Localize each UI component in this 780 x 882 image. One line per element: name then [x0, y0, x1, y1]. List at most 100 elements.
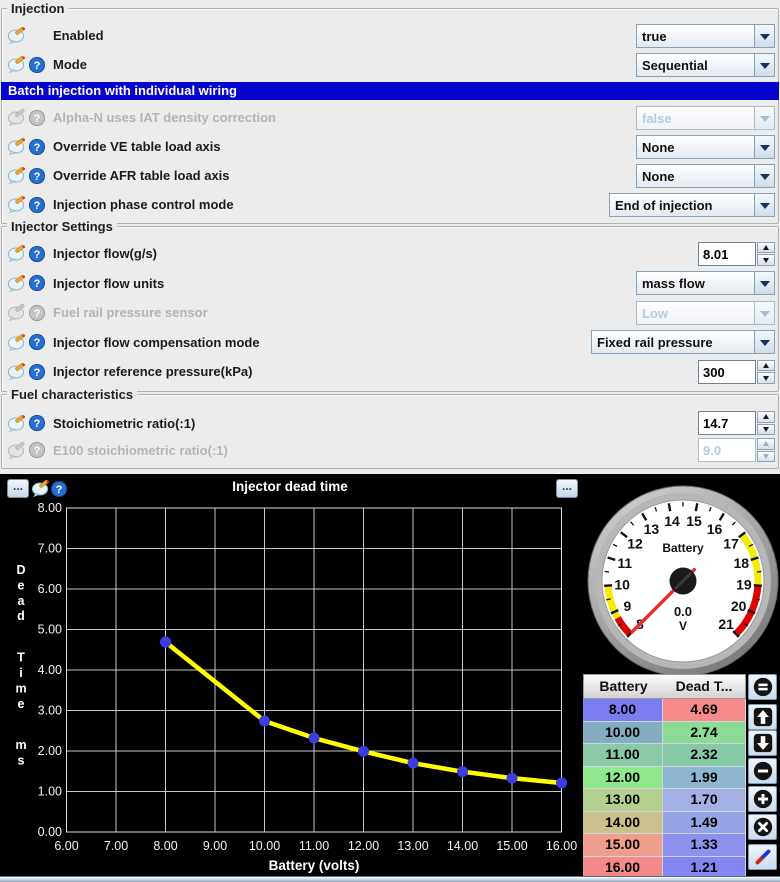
- gauge-scale-number: 10: [614, 577, 630, 593]
- data-point-marker[interactable]: [309, 733, 320, 744]
- help-icon[interactable]: ?: [29, 364, 45, 380]
- spinner-value[interactable]: 8.01: [698, 242, 756, 266]
- help-icon[interactable]: ?: [51, 481, 67, 497]
- table-cell[interactable]: 12.00: [583, 767, 663, 790]
- gauge-menu-button[interactable]: ...: [556, 479, 578, 498]
- form-row-override-ve-table-load-axis: ?Override VE table load axisNone: [7, 132, 775, 161]
- y-axis-label-char: e: [18, 578, 25, 592]
- table-cell[interactable]: 1.70: [663, 789, 746, 812]
- table-header-battery: Battery: [584, 675, 663, 698]
- table-cell[interactable]: 8.00: [583, 699, 663, 722]
- combo-injector-flow-compensation-mode[interactable]: Fixed rail pressure: [591, 330, 775, 354]
- table-cell[interactable]: 1.99: [663, 767, 746, 790]
- minus-circle-icon: [752, 760, 774, 782]
- table-cell[interactable]: 1.49: [663, 812, 746, 835]
- help-icon[interactable]: ?: [29, 139, 45, 155]
- form-row-fuel-rail-pressure-sensor: ?Fuel rail pressure sensorLow: [7, 298, 775, 328]
- table-row: 14.001.49: [583, 812, 746, 835]
- gauge-label: Battery: [662, 541, 704, 555]
- combo-value: true: [637, 25, 754, 47]
- chevron-down-icon[interactable]: [754, 25, 774, 47]
- table-cell[interactable]: 11.00: [583, 744, 663, 767]
- table-cell[interactable]: 4.69: [663, 699, 746, 722]
- table-cell[interactable]: 2.32: [663, 744, 746, 767]
- table-row: 15.001.33: [583, 834, 746, 857]
- combo-mode[interactable]: Sequential: [636, 53, 775, 77]
- x-tick-label: 15.00: [496, 839, 527, 853]
- spinner-injector-reference-pressure-kpa: 300: [698, 360, 775, 384]
- data-point-marker[interactable]: [408, 758, 419, 769]
- svg-text:?: ?: [34, 171, 41, 183]
- edit-note-icon: [7, 363, 27, 380]
- help-icon[interactable]: ?: [29, 168, 45, 184]
- svg-text:?: ?: [34, 249, 41, 261]
- spinner-down-button[interactable]: [757, 372, 775, 384]
- spinner-value[interactable]: 300: [698, 360, 756, 384]
- table-row: 12.001.99: [583, 767, 746, 790]
- decrement-button[interactable]: [748, 758, 777, 784]
- help-icon[interactable]: ?: [29, 246, 45, 262]
- svg-text:?: ?: [34, 278, 41, 290]
- spinner-up-button[interactable]: [757, 360, 775, 372]
- spinner-value[interactable]: 14.7: [698, 411, 756, 435]
- x-circle-icon: [752, 816, 774, 838]
- gauge-scale-number: 15: [686, 513, 702, 529]
- table-cell[interactable]: 1.33: [663, 834, 746, 857]
- y-tick-label: 7.00: [38, 542, 62, 556]
- clear-button[interactable]: [748, 814, 777, 840]
- shift-down-button[interactable]: [748, 730, 777, 756]
- help-icon[interactable]: ?: [29, 197, 45, 213]
- table-cell[interactable]: 13.00: [583, 789, 663, 812]
- table-cell[interactable]: 14.00: [583, 812, 663, 835]
- spinner-down-button[interactable]: [757, 254, 775, 266]
- table-cell[interactable]: 2.74: [663, 722, 746, 745]
- combo-injector-flow-units[interactable]: mass flow: [636, 271, 775, 295]
- form-row-mode: ?ModeSequential: [7, 50, 775, 79]
- combo-value: Fixed rail pressure: [592, 331, 754, 353]
- y-axis-label-char: s: [18, 754, 25, 768]
- group-title: Fuel characteristics: [7, 387, 137, 402]
- combo-override-ve-table-load-axis[interactable]: None: [636, 135, 775, 159]
- edit-note-icon: [7, 415, 27, 432]
- edit-note-icon: [7, 167, 27, 184]
- help-icon[interactable]: ?: [29, 275, 45, 291]
- combo-override-afr-table-load-axis[interactable]: None: [636, 164, 775, 188]
- spinner-down-button[interactable]: [757, 424, 775, 436]
- deadtime-chart[interactable]: 6.007.008.009.0010.0011.0012.0013.0014.0…: [0, 474, 580, 882]
- chevron-down-icon[interactable]: [754, 165, 774, 187]
- spinner-up-button[interactable]: [757, 242, 775, 254]
- combo-enabled[interactable]: true: [636, 24, 775, 48]
- help-icon[interactable]: ?: [29, 334, 45, 350]
- chevron-down-icon[interactable]: [754, 54, 774, 76]
- data-point-marker[interactable]: [556, 777, 567, 788]
- data-point-marker[interactable]: [507, 773, 518, 784]
- spinner-stoichiometric-ratio-1: 14.7: [698, 411, 775, 435]
- edit-button[interactable]: [748, 844, 777, 870]
- data-point-marker[interactable]: [160, 637, 171, 648]
- chart-menu-button[interactable]: ...: [7, 479, 29, 498]
- svg-text:?: ?: [34, 445, 41, 457]
- shift-up-button[interactable]: [748, 704, 777, 730]
- help-icon[interactable]: ?: [29, 415, 45, 431]
- chevron-down-icon[interactable]: [754, 136, 774, 158]
- help-icon[interactable]: ?: [29, 57, 45, 73]
- field-label: Injection phase control mode: [53, 197, 234, 212]
- field-label: Injector flow units: [53, 276, 164, 291]
- spinner-down-button: [757, 451, 775, 463]
- field-label: Alpha-N uses IAT density correction: [53, 110, 276, 125]
- table-cell[interactable]: 10.00: [583, 722, 663, 745]
- set-equal-button[interactable]: [748, 674, 777, 700]
- data-point-marker[interactable]: [259, 716, 270, 727]
- spinner-up-button[interactable]: [757, 411, 775, 423]
- form-row-injector-reference-pressure-kpa: ?Injector reference pressure(kPa)300: [7, 357, 775, 387]
- data-point-marker[interactable]: [358, 746, 369, 757]
- table-cell[interactable]: 15.00: [583, 834, 663, 857]
- gauge-scale-number: 20: [731, 598, 747, 614]
- chevron-down-icon[interactable]: [754, 331, 774, 353]
- combo-injection-phase-control-mode[interactable]: End of injection: [609, 193, 775, 217]
- chevron-down-icon[interactable]: [754, 272, 774, 294]
- group-injector-settings: Injector Settings?Injector flow(g/s)8.01…: [1, 226, 779, 392]
- increment-button[interactable]: [748, 786, 777, 812]
- chevron-down-icon[interactable]: [754, 194, 774, 216]
- data-point-marker[interactable]: [457, 766, 468, 777]
